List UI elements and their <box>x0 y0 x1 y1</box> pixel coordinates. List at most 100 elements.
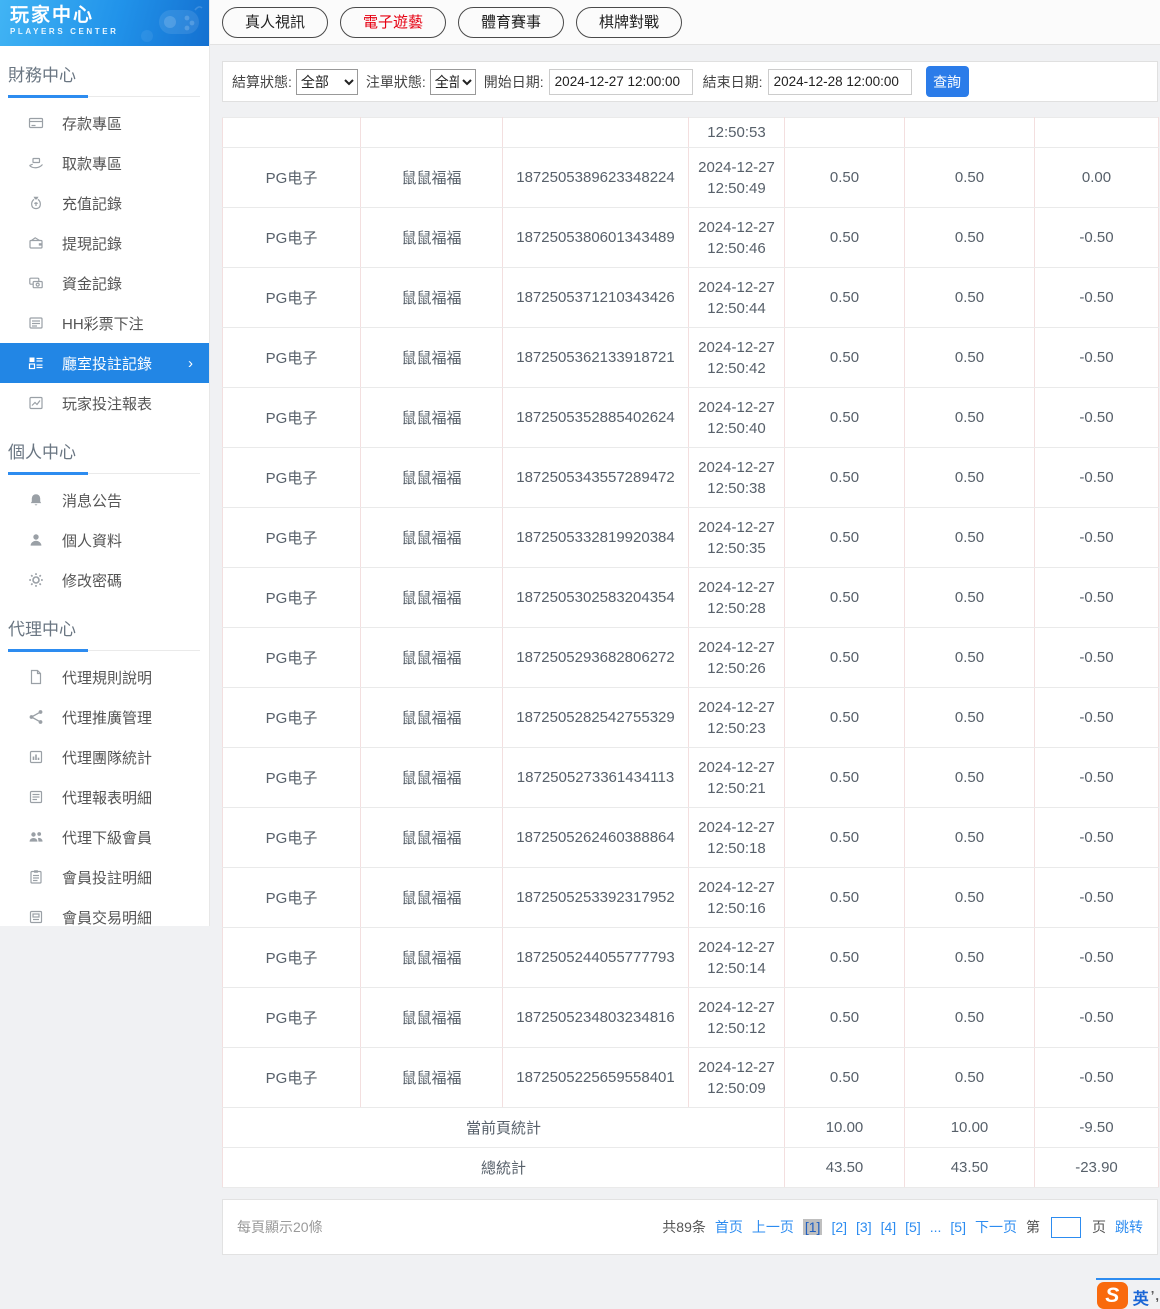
sidebar-item-label: 會員投註明細 <box>62 869 153 887</box>
sidebar-item-agent-team-stats[interactable]: 代理團隊統計 <box>0 737 209 777</box>
time-cell: 2024-12-27 12:50:35 <box>688 507 785 568</box>
player-cell: 鼠鼠福福 <box>360 327 503 388</box>
sidebar-item-withdraw-area[interactable]: 取款專區 <box>0 143 209 183</box>
jump-button[interactable]: 跳转 <box>1115 1217 1143 1237</box>
sidebar-item-player-bet-report[interactable]: 玩家投注報表 <box>0 383 209 423</box>
sidebar-item-label: 提現記錄 <box>62 235 123 253</box>
player-cell: 鼠鼠福福 <box>360 1047 503 1108</box>
profit-cell: -0.50 <box>1034 687 1159 748</box>
bet-amount-cell: 0.50 <box>784 267 905 328</box>
sidebar-item-announcements[interactable]: 消息公告 <box>0 480 209 520</box>
page-link-1[interactable]: [1] <box>802 1219 823 1235</box>
page-link-4[interactable]: [4] <box>881 1219 897 1235</box>
sidebar-item-profile[interactable]: 個人資料 <box>0 520 209 560</box>
prev-page-link[interactable]: 上一页 <box>752 1217 794 1237</box>
sidebar-item-hh-lottery-bets[interactable]: HH彩票下注 <box>0 303 209 343</box>
sidebar-item-agent-report-detail[interactable]: 代理報表明細 <box>0 777 209 817</box>
player-cell <box>360 117 503 148</box>
platform-cell: PG电子 <box>222 627 361 688</box>
time-cell: 2024-12-27 12:50:46 <box>688 207 785 268</box>
sidebar-item-label: 代理團隊統計 <box>62 749 153 767</box>
time-cell: 2024-12-27 12:50:44 <box>688 267 785 328</box>
profit-cell: -0.50 <box>1034 987 1159 1048</box>
time-cell: 2024-12-27 12:50:28 <box>688 567 785 628</box>
ime-logo-icon[interactable]: S <box>1096 1282 1128 1309</box>
summary-bet-cell: 43.50 <box>784 1147 905 1188</box>
platform-cell: PG电子 <box>222 987 361 1048</box>
table-row: PG电子 鼠鼠福福 1872505332819920384 2024-12-27 12… <box>222 507 1159 568</box>
table-row: PG电子 鼠鼠福福 1872505282542755329 2024-12-27 12… <box>222 687 1159 748</box>
tab-sports[interactable]: 體育賽事 <box>458 6 565 38</box>
gear-icon <box>28 572 44 588</box>
page-link-3[interactable]: [3] <box>856 1219 872 1235</box>
tab-electronic-games[interactable]: 電子遊藝 <box>340 6 447 38</box>
platform-cell: PG电子 <box>222 867 361 928</box>
player-cell: 鼠鼠福福 <box>360 567 503 628</box>
jump-suffix-label: 页 <box>1092 1219 1106 1235</box>
order-id-cell: 1872505352885402624 <box>502 387 689 448</box>
sidebar-item-agent-promotion[interactable]: 代理推廣管理 <box>0 697 209 737</box>
sidebar-item-room-bet-records[interactable]: 廳室投註記錄 › <box>0 343 209 383</box>
sidebar-item-agent-sub-members[interactable]: 代理下級會員 <box>0 817 209 857</box>
bet-amount-cell: 0.50 <box>784 447 905 508</box>
profit-cell: -0.50 <box>1034 567 1159 628</box>
search-button[interactable]: 查詢 <box>925 66 969 97</box>
sidebar-item-withdrawal-records[interactable]: 提現記錄 <box>0 223 209 263</box>
next-page-link[interactable]: 下一页 <box>975 1217 1017 1237</box>
order-id-cell: 1872505273361434113 <box>502 747 689 808</box>
order-id-cell: 1872505389623348224 <box>502 147 689 208</box>
tab-board-games[interactable]: 棋牌對戰 <box>576 6 683 38</box>
platform-cell: PG电子 <box>222 447 361 508</box>
section-underline <box>8 94 200 98</box>
sidebar-item-change-password[interactable]: 修改密碼 <box>0 560 209 600</box>
sidebar-item-label: 代理推廣管理 <box>62 709 153 727</box>
summary-label-cell: 當前頁統計 <box>222 1107 785 1148</box>
order-status-select[interactable]: 全部 <box>429 68 476 95</box>
table-row: PG电子 鼠鼠福福 1872505273361434113 2024-12-27 12… <box>222 747 1159 808</box>
bet-amount-cell: 0.50 <box>784 627 905 688</box>
ime-language-indicator[interactable]: 英 <box>1133 1285 1149 1309</box>
start-date-input[interactable] <box>548 68 693 95</box>
total-summary-row: 總統計 43.50 43.50 -23.90 <box>222 1147 1159 1188</box>
player-cell: 鼠鼠福福 <box>360 687 503 748</box>
order-id-cell: 1872505262460388864 <box>502 807 689 868</box>
table-row: PG电子 鼠鼠福福 1872505293682806272 2024-12-27 12… <box>222 627 1159 688</box>
valid-bet-cell: 0.50 <box>904 267 1035 328</box>
filter-bar: 結算狀態: 全部 注單狀態: 全部 開始日期: 結束日期: 查詢 <box>222 61 1158 102</box>
player-cell: 鼠鼠福福 <box>360 927 503 988</box>
first-page-link[interactable]: 首页 <box>715 1217 743 1237</box>
sidebar-item-member-transaction-detail[interactable]: 會員交易明細 <box>0 897 209 937</box>
recharge-icon <box>28 195 44 211</box>
sidebar-item-agent-rules[interactable]: 代理規則說明 <box>0 657 209 697</box>
settle-status-select[interactable]: 全部 <box>295 68 358 95</box>
jump-prefix-label: 第 <box>1026 1219 1040 1235</box>
player-cell: 鼠鼠福福 <box>360 867 503 928</box>
profit-cell: -0.50 <box>1034 267 1159 328</box>
page-link-2[interactable]: [2] <box>831 1219 847 1235</box>
bet-amount-cell: 0.50 <box>784 507 905 568</box>
order-id-cell: 1872505234803234816 <box>502 987 689 1048</box>
valid-bet-cell: 0.50 <box>904 747 1035 808</box>
sidebar-item-recharge-records[interactable]: 充值記錄 <box>0 183 209 223</box>
page-link-5[interactable]: [5] <box>905 1219 921 1235</box>
sidebar-menu: 財務中心 存款專區 取款專區 充值記錄 提現記錄 資金記錄 HH彩票下注 廳室投註記錄 › 玩家投… <box>0 61 209 937</box>
jump-page-input[interactable] <box>1051 1216 1081 1238</box>
order-status-label: 注單狀態: <box>365 73 426 90</box>
player-cell: 鼠鼠福福 <box>360 267 503 328</box>
player-cell: 鼠鼠福福 <box>360 747 503 808</box>
sidebar-item-member-bet-detail[interactable]: 會員投註明細 <box>0 857 209 897</box>
time-cell: 2024-12-27 12:50:14 <box>688 927 785 988</box>
page-link-5[interactable]: [5] <box>950 1219 966 1235</box>
sidebar-item-funds-records[interactable]: 資金記錄 <box>0 263 209 303</box>
main-content: 真人視訊 電子遊藝 體育賽事 棋牌對戰 結算狀態: 全部 注單狀態: 全部 開始日期:… <box>210 0 1160 1309</box>
table-row: PG电子 鼠鼠福福 1872505352885402624 2024-12-27 12… <box>222 387 1159 448</box>
sidebar-item-deposit-area[interactable]: 存款專區 <box>0 103 209 143</box>
order-id-cell: 1872505253392317952 <box>502 867 689 928</box>
tab-live-video[interactable]: 真人視訊 <box>222 6 329 38</box>
profit-cell: -0.50 <box>1034 807 1159 868</box>
sidebar-item-label: 資金記錄 <box>62 275 123 293</box>
bet-amount-cell: 0.50 <box>784 147 905 208</box>
section-underline <box>8 648 200 652</box>
profit-cell: -0.50 <box>1034 927 1159 988</box>
end-date-input[interactable] <box>767 68 912 95</box>
